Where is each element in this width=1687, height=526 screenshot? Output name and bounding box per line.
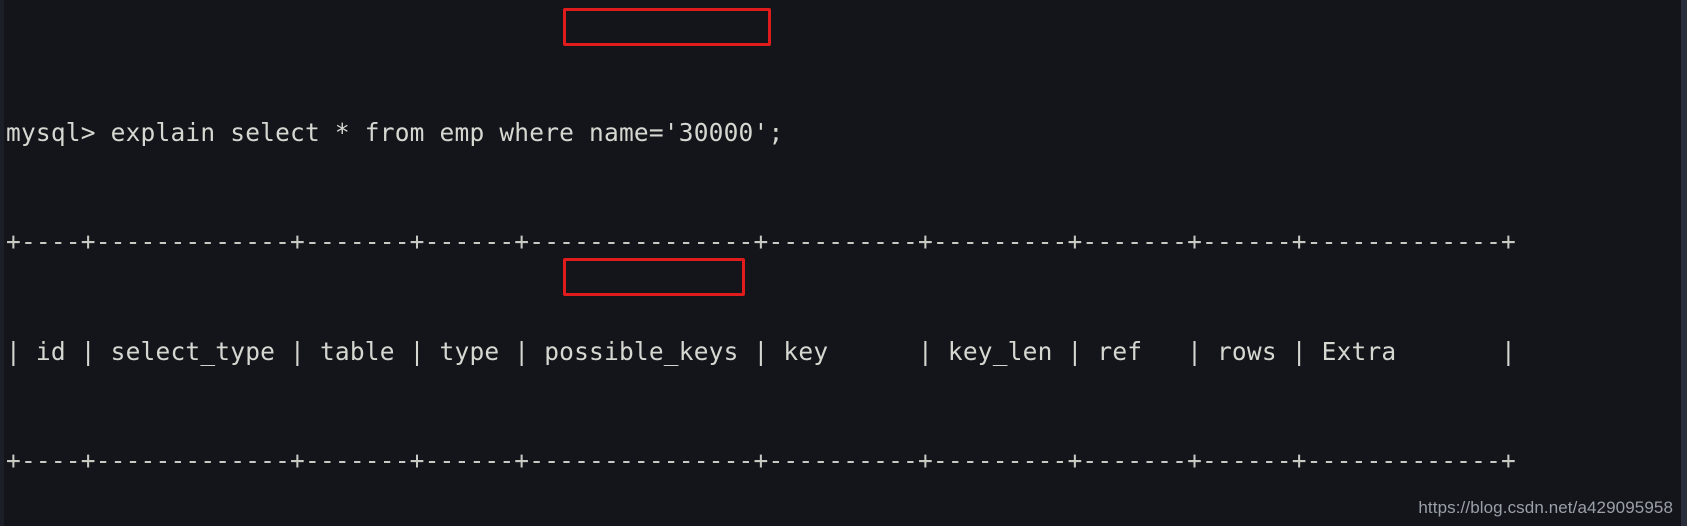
terminal-output[interactable]: mysql> explain select * from emp where n… xyxy=(6,6,1679,526)
command-line-1: mysql> explain select * from emp where n… xyxy=(6,118,784,148)
table-top-border-1: +----+-------------+-------+------+-----… xyxy=(6,227,1516,257)
watermark-url: https://blog.csdn.net/a429095958 xyxy=(1418,498,1673,517)
terminal-window: mysql> explain select * from emp where n… xyxy=(0,0,1687,526)
table-header-border-1: +----+-------------+-------+------+-----… xyxy=(6,445,1516,475)
table-header-row-1: | id | select_type | table | type | poss… xyxy=(6,336,1516,366)
